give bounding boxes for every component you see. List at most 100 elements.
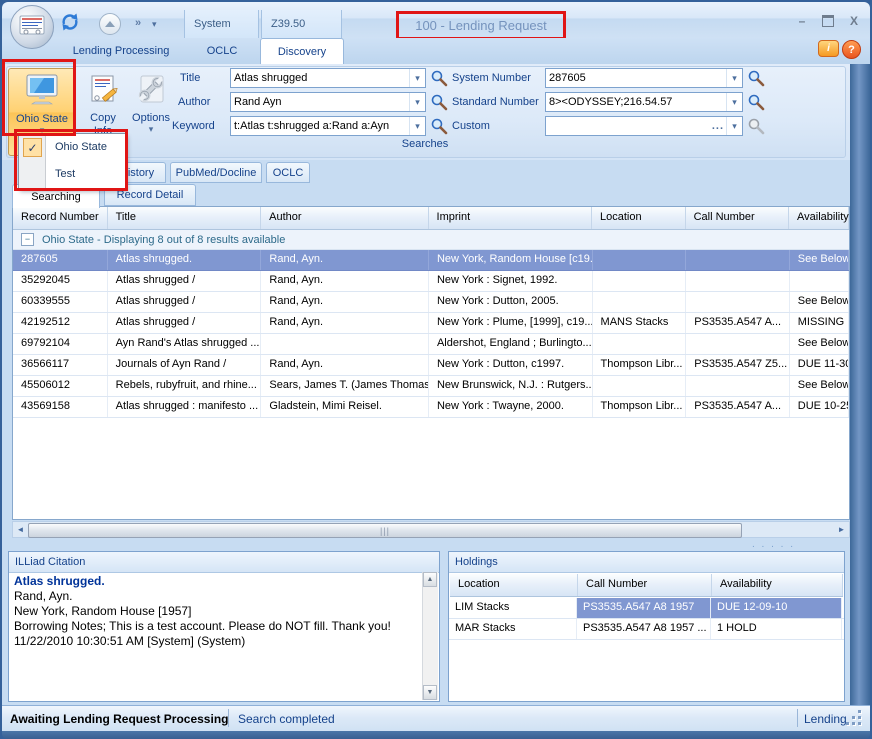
results-rows: 287605Atlas shrugged.Rand, Ayn.New York,… bbox=[13, 250, 849, 418]
column-header[interactable]: Location bbox=[592, 207, 686, 229]
results-group-row[interactable]: − Ohio State - Displaying 8 out of 8 res… bbox=[13, 230, 849, 250]
column-header[interactable]: Location bbox=[450, 574, 578, 596]
scroll-right-icon[interactable]: ► bbox=[834, 522, 849, 537]
standard-number-search-button[interactable] bbox=[748, 94, 765, 114]
system-number-field[interactable]: ▾ bbox=[545, 68, 743, 88]
table-row[interactable]: 287605Atlas shrugged.Rand, Ayn.New York,… bbox=[13, 250, 849, 271]
refresh-button[interactable] bbox=[58, 12, 82, 34]
results-group-label: Ohio State - Displaying 8 out of 8 resul… bbox=[42, 234, 285, 246]
system-number-dropdown-icon[interactable]: ▾ bbox=[726, 69, 742, 87]
custom-dropdown-icon[interactable]: ▾ bbox=[726, 117, 742, 135]
system-number-search-button[interactable] bbox=[748, 70, 765, 90]
column-header[interactable]: Author bbox=[261, 207, 428, 229]
author-search-button[interactable] bbox=[431, 94, 448, 114]
holdings-row[interactable]: MAR StacksPS3535.A547 A8 1957 ...1 HOLD bbox=[449, 619, 844, 640]
tab-pubmed-docline[interactable]: PubMed/Docline bbox=[170, 162, 262, 183]
keyword-dropdown-icon[interactable]: ▾ bbox=[409, 117, 425, 135]
table-cell: Rand, Ayn. bbox=[261, 292, 429, 312]
citation-panel-header: ILLiad Citation bbox=[9, 552, 439, 573]
menu-item-ohio-state[interactable]: ✓ Ohio State bbox=[19, 134, 125, 160]
keyword-field-label: Keyword bbox=[172, 116, 215, 136]
system-number-label: System Number bbox=[452, 68, 531, 88]
table-cell bbox=[686, 334, 790, 354]
close-button[interactable]: X bbox=[843, 13, 865, 29]
scroll-down-icon[interactable]: ▼ bbox=[423, 685, 437, 700]
author-field[interactable]: ▾ bbox=[230, 92, 426, 112]
column-header[interactable]: Availability bbox=[789, 207, 849, 229]
collapse-icon[interactable]: − bbox=[21, 233, 34, 246]
column-header[interactable]: Imprint bbox=[429, 207, 592, 229]
scroll-left-icon[interactable]: ◄ bbox=[13, 522, 28, 537]
column-header[interactable]: Call Number bbox=[686, 207, 789, 229]
holdings-cell: DUE 12-09-10 bbox=[711, 598, 842, 618]
thumb-grip-icon: ||| bbox=[380, 526, 390, 536]
column-header[interactable]: Record Number bbox=[13, 207, 108, 229]
search-icon-disabled bbox=[748, 118, 765, 135]
table-cell: 69792104 bbox=[13, 334, 108, 354]
table-cell: PS3535.A547 Z5... bbox=[686, 355, 790, 375]
title-field[interactable]: ▾ bbox=[230, 68, 426, 88]
table-cell bbox=[593, 334, 687, 354]
system-number-input[interactable] bbox=[546, 72, 726, 84]
menu-item-test[interactable]: Test bbox=[19, 161, 125, 187]
table-cell: Thompson Libr... bbox=[593, 355, 687, 375]
standard-number-field[interactable]: ▾ bbox=[545, 92, 743, 112]
search-icon bbox=[431, 70, 448, 87]
window-title: 100 - Lending Request bbox=[415, 18, 547, 33]
table-row[interactable]: 43569158Atlas shrugged : manifesto ...Gl… bbox=[13, 397, 849, 418]
table-cell: New York : Dutton, 2005. bbox=[429, 292, 593, 312]
scroll-up-icon[interactable]: ▲ bbox=[423, 572, 437, 587]
table-cell: Rand, Ayn. bbox=[261, 271, 429, 291]
table-row[interactable]: 36566117Journals of Ayn Rand /Rand, Ayn.… bbox=[13, 355, 849, 376]
column-header[interactable]: Availability bbox=[712, 574, 843, 596]
title-input[interactable] bbox=[231, 72, 409, 84]
column-header[interactable]: Call Number bbox=[578, 574, 712, 596]
qat-overflow-icon[interactable]: » bbox=[135, 17, 141, 29]
maximize-button[interactable] bbox=[817, 13, 839, 29]
feedback-balloon-icon[interactable]: i bbox=[818, 40, 839, 57]
splitter-handle[interactable]: . . . . . bbox=[752, 539, 795, 550]
window-right-frame bbox=[850, 64, 870, 705]
help-icon[interactable]: ? bbox=[842, 40, 861, 59]
author-dropdown-icon[interactable]: ▾ bbox=[409, 93, 425, 111]
table-row[interactable]: 35292045Atlas shrugged /Rand, Ayn.New Yo… bbox=[13, 271, 849, 292]
holdings-cell: MAR Stacks bbox=[449, 619, 577, 639]
minimize-button[interactable]: – bbox=[791, 13, 813, 29]
table-cell bbox=[593, 250, 687, 270]
submit-button[interactable] bbox=[99, 13, 121, 35]
citation-text[interactable]: Atlas shrugged. Rand, Ayn.New York, Rand… bbox=[10, 572, 423, 700]
keyword-input[interactable] bbox=[231, 120, 409, 132]
table-cell: Atlas shrugged / bbox=[108, 313, 262, 333]
custom-input[interactable] bbox=[546, 120, 712, 132]
title-dropdown-icon[interactable]: ▾ bbox=[409, 69, 425, 87]
table-row[interactable]: 42192512Atlas shrugged /Rand, Ayn.New Yo… bbox=[13, 313, 849, 334]
keyword-field[interactable]: ▾ bbox=[230, 116, 426, 136]
qat-dropdown-icon[interactable]: ▾ bbox=[152, 20, 157, 28]
table-row[interactable]: 69792104Ayn Rand's Atlas shrugged ...Ald… bbox=[13, 334, 849, 355]
resize-grip[interactable] bbox=[846, 710, 862, 726]
custom-browse-button[interactable]: ... bbox=[712, 120, 726, 132]
title-search-button[interactable] bbox=[431, 70, 448, 90]
tab-oclc-results[interactable]: OCLC bbox=[266, 162, 310, 183]
tab-discovery[interactable]: Discovery bbox=[260, 38, 344, 64]
table-row[interactable]: 60339555Atlas shrugged /Rand, Ayn.New Yo… bbox=[13, 292, 849, 313]
tab-lending-processing[interactable]: Lending Processing bbox=[60, 38, 182, 64]
standard-number-input[interactable] bbox=[546, 96, 726, 108]
column-header[interactable]: Title bbox=[108, 207, 262, 229]
status-separator bbox=[228, 709, 229, 727]
holdings-row[interactable]: LIM StacksPS3535.A547 A8 1957DUE 12-09-1… bbox=[449, 598, 844, 619]
custom-field[interactable]: ... ▾ bbox=[545, 116, 743, 136]
table-cell: Journals of Ayn Rand / bbox=[108, 355, 262, 375]
citation-scrollbar[interactable]: ▲ ▼ bbox=[422, 572, 438, 700]
tab-oclc[interactable]: OCLC bbox=[186, 38, 258, 64]
scrollbar-thumb[interactable]: ||| bbox=[28, 523, 742, 538]
author-input[interactable] bbox=[231, 96, 409, 108]
application-menu-button[interactable] bbox=[10, 5, 54, 49]
table-row[interactable]: 45506012Rebels, rubyfruit, and rhine...S… bbox=[13, 376, 849, 397]
standard-number-dropdown-icon[interactable]: ▾ bbox=[726, 93, 742, 111]
keyword-search-button[interactable] bbox=[431, 118, 448, 138]
table-cell: PS3535.A547 A... bbox=[686, 313, 790, 333]
citation-line: Borrowing Notes; This is a test account.… bbox=[14, 619, 419, 634]
horizontal-scrollbar[interactable]: ◄ ||| ► bbox=[12, 521, 850, 538]
table-cell: MANS Stacks bbox=[593, 313, 687, 333]
